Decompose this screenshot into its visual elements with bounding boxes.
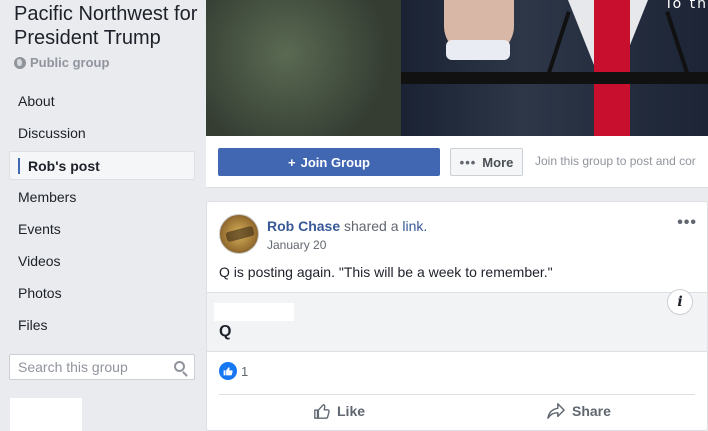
group-sidebar: Pacific Northwest for President Trump Pu…: [0, 0, 206, 431]
post-text: Q is posting again. "This will be a week…: [219, 264, 553, 280]
like-button[interactable]: Like: [313, 402, 365, 420]
post-options-icon[interactable]: •••: [677, 214, 697, 232]
plus-icon: +: [288, 154, 296, 170]
post-timestamp[interactable]: January 20: [267, 238, 326, 252]
group-action-bar: + Join Group ••• More Join this group to…: [206, 136, 708, 188]
group-nav: About Discussion Rob's post Members Even…: [9, 87, 195, 343]
search-icon[interactable]: [174, 361, 185, 372]
cover-cuff: [446, 40, 510, 60]
cover-tie: [594, 0, 630, 136]
nav-item-photos[interactable]: Photos: [9, 279, 195, 308]
thumbs-up-icon: [314, 404, 330, 419]
nav-item-files[interactable]: Files: [9, 311, 195, 340]
post-divider: [219, 394, 695, 395]
search-group-input[interactable]: Search this group: [9, 354, 195, 380]
post-card: Rob Chase shared a link. January 20 ••• …: [206, 201, 708, 431]
like-reaction-icon: [219, 362, 237, 380]
nav-item-robs-post[interactable]: Rob's post: [9, 151, 195, 180]
cover-photo[interactable]: To th: [206, 0, 708, 136]
post-author[interactable]: Rob Chase: [267, 218, 340, 234]
group-privacy-label: Public group: [30, 55, 110, 70]
post-header: Rob Chase shared a link.: [267, 218, 427, 234]
more-label: More: [482, 154, 514, 170]
share-icon: [547, 403, 565, 419]
join-hint-text: Join this group to post and cor: [535, 154, 696, 168]
globe-icon: [14, 56, 26, 69]
reaction-count: 1: [241, 363, 249, 379]
share-button[interactable]: Share: [546, 402, 611, 420]
avatar[interactable]: [219, 214, 259, 254]
nav-item-events[interactable]: Events: [9, 215, 195, 244]
shared-link[interactable]: link.: [402, 218, 427, 234]
reaction-summary[interactable]: 1: [219, 362, 248, 380]
group-privacy: Public group: [14, 55, 109, 70]
nav-item-videos[interactable]: Videos: [9, 247, 195, 276]
shared-text: shared a: [340, 218, 403, 234]
join-group-button[interactable]: + Join Group: [218, 148, 440, 176]
nav-item-discussion[interactable]: Discussion: [9, 119, 195, 148]
join-group-label: Join Group: [300, 154, 370, 170]
cover-caption: To th: [664, 0, 708, 12]
link-preview-source: [214, 303, 294, 321]
more-dots-icon: •••: [459, 154, 477, 170]
like-label: Like: [337, 403, 366, 419]
search-placeholder: Search this group: [18, 359, 128, 375]
sidebar-card: [10, 398, 82, 431]
group-title[interactable]: Pacific Northwest for President Trump: [14, 2, 204, 50]
info-icon[interactable]: i: [667, 289, 693, 315]
nav-item-members[interactable]: Members: [9, 183, 195, 212]
link-preview-title[interactable]: Q: [219, 323, 231, 341]
cover-background: [206, 0, 406, 136]
more-button[interactable]: ••• More: [450, 148, 523, 176]
nav-item-about[interactable]: About: [9, 87, 195, 116]
link-preview[interactable]: Q i: [207, 289, 707, 352]
share-label: Share: [572, 403, 611, 419]
cover-podium: [401, 72, 708, 84]
